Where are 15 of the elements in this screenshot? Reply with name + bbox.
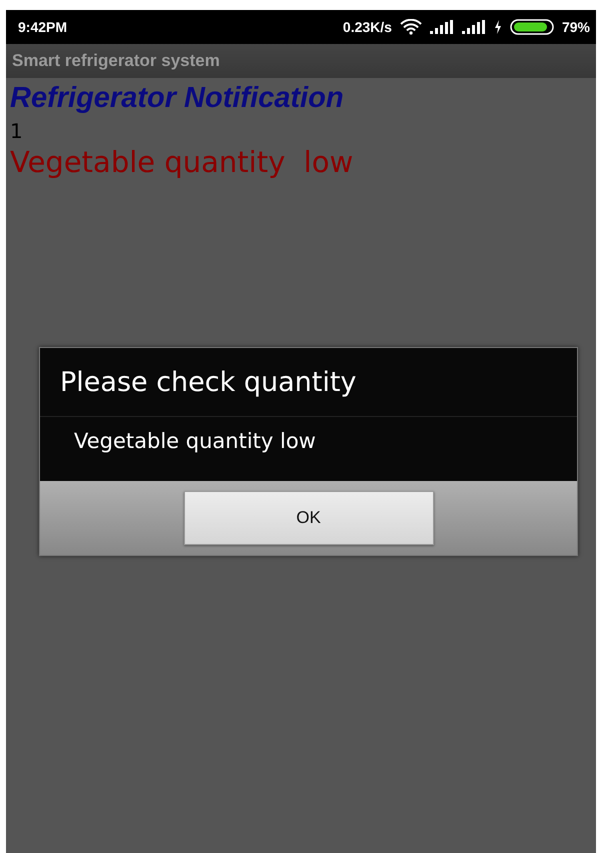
app-title: Smart refrigerator system [12,51,220,71]
charging-icon [494,20,502,34]
dialog-title: Please check quantity [60,366,356,398]
ok-button[interactable]: OK [184,491,434,545]
battery-icon [510,19,554,35]
signal-icon [462,20,486,34]
dialog-message: Vegetable quantity low [74,429,316,453]
clock-time: 9:42PM [18,19,68,35]
notification-count: 1 [10,119,23,143]
notification-heading: Refrigerator Notification [10,82,344,115]
wifi-icon [400,19,422,35]
signal-icon [430,20,454,34]
alert-text: Vegetable quantity low [10,145,354,179]
battery-percent: 79% [562,19,590,35]
network-speed: 0.23K/s [342,19,392,35]
